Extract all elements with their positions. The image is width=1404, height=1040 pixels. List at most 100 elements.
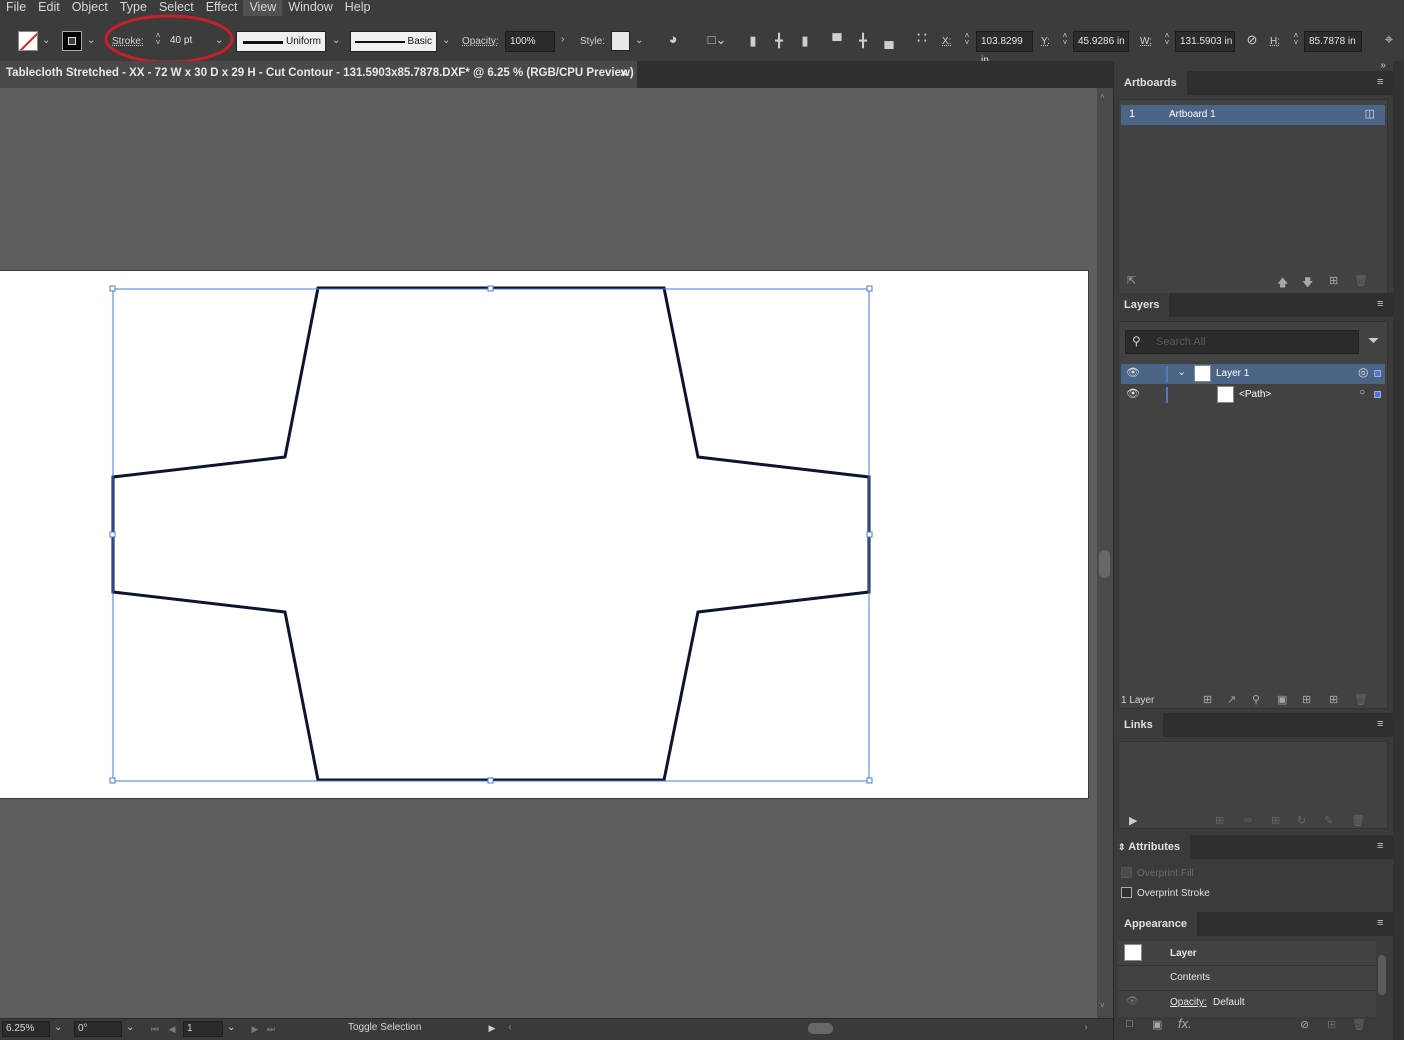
h-field[interactable]: 85.7878 in bbox=[1304, 31, 1362, 52]
move-down-icon[interactable]: 🡇 bbox=[1302, 274, 1313, 293]
fill-dropdown-icon[interactable]: ⌄ bbox=[42, 35, 50, 46]
graphic-style-swatch[interactable] bbox=[611, 31, 630, 51]
visibility-eye-icon[interactable]: 👁 bbox=[1126, 996, 1139, 1007]
appearance-contents-label[interactable]: Contents bbox=[1170, 972, 1210, 983]
attributes-menu-icon[interactable]: ≡ bbox=[1377, 841, 1388, 852]
artboard-dropdown-icon[interactable]: ⌄ bbox=[227, 1022, 235, 1033]
menu-file[interactable]: File bbox=[0, 0, 32, 16]
embed-icon[interactable]: ⊞ bbox=[1215, 814, 1224, 827]
appearance-scrollbar[interactable] bbox=[1376, 941, 1388, 1017]
menu-window[interactable]: Window bbox=[282, 0, 338, 16]
layers-tab[interactable]: Layers bbox=[1114, 293, 1170, 317]
export-icon[interactable]: ↗ bbox=[1227, 693, 1236, 706]
relink-icon[interactable]: ∞ bbox=[1244, 814, 1252, 826]
show-import-options-icon[interactable]: ▶ bbox=[1129, 814, 1137, 827]
new-artboard-icon[interactable]: ⊞ bbox=[1329, 274, 1338, 287]
opacity-field[interactable]: 100% bbox=[505, 31, 555, 52]
layers-menu-icon[interactable]: ≡ bbox=[1377, 299, 1388, 310]
links-menu-icon[interactable]: ≡ bbox=[1377, 719, 1388, 730]
menu-edit[interactable]: Edit bbox=[32, 0, 66, 16]
collect-export-icon[interactable]: ⊞ bbox=[1203, 693, 1212, 706]
update-link-icon[interactable]: ↻ bbox=[1297, 814, 1306, 827]
constrain-proportions-icon[interactable]: ⊘ bbox=[1243, 32, 1261, 48]
rearrange-artboards-icon[interactable]: ⇱ bbox=[1127, 274, 1136, 287]
x-stepper[interactable]: ˄ ˅ bbox=[962, 32, 972, 52]
delete-item-icon[interactable]: 🗑 bbox=[1352, 1018, 1366, 1031]
last-artboard-icon[interactable]: ⏭ bbox=[265, 1021, 277, 1037]
zoom-dropdown-icon[interactable]: ⌄ bbox=[54, 1022, 62, 1033]
scroll-up-icon[interactable]: ˄ bbox=[1100, 92, 1105, 101]
style-dropdown-icon[interactable]: ⌄ bbox=[635, 35, 643, 46]
artboard-row[interactable]: 1 Artboard 1 ◫ bbox=[1121, 105, 1385, 125]
h-stepper[interactable]: ˄ ˅ bbox=[1291, 32, 1301, 52]
attributes-tab[interactable]: ⇕ Attributes bbox=[1114, 835, 1191, 859]
delete-layer-icon[interactable]: 🗑 bbox=[1354, 693, 1368, 706]
rotation-field[interactable]: 0° bbox=[74, 1021, 122, 1037]
transform-panel-icon[interactable]: ⌖ bbox=[1380, 32, 1398, 48]
filter-icon[interactable]: ⏷ bbox=[1368, 332, 1379, 349]
hscroll-thumb[interactable] bbox=[808, 1023, 833, 1034]
brush-dropdown-icon[interactable]: ⌄ bbox=[442, 35, 450, 46]
cut-contour-path[interactable] bbox=[111, 286, 871, 782]
overprint-stroke-checkbox[interactable] bbox=[1121, 887, 1132, 898]
recolor-artwork-icon[interactable]: ◕ bbox=[664, 32, 682, 48]
zoom-field[interactable]: 6.25% bbox=[2, 1021, 50, 1037]
scroll-thumb[interactable] bbox=[1099, 550, 1110, 578]
hscroll-left-icon[interactable]: ‹ bbox=[505, 1020, 515, 1036]
variable-width-profile[interactable]: Uniform bbox=[236, 31, 326, 52]
overprint-fill-checkbox[interactable] bbox=[1121, 867, 1132, 878]
target-icon[interactable]: ○ bbox=[1359, 387, 1365, 398]
reference-point-icon[interactable]: ∷ bbox=[912, 31, 932, 47]
menu-help[interactable]: Help bbox=[339, 0, 377, 16]
close-tab-icon[interactable]: × bbox=[620, 61, 628, 85]
edit-original-icon[interactable]: ✎ bbox=[1324, 814, 1333, 827]
align-vcenter-icon[interactable]: ╋ bbox=[855, 33, 871, 49]
prev-artboard-icon[interactable]: ◀ bbox=[166, 1021, 178, 1037]
layers-search-field[interactable]: ⚲ Search All bbox=[1125, 330, 1359, 354]
y-field[interactable]: 45.9286 in bbox=[1073, 31, 1129, 52]
layer-row[interactable]: 👁 ⌄ Layer 1 ◎ bbox=[1121, 364, 1385, 384]
status-menu-icon[interactable]: ▶ bbox=[487, 1020, 497, 1036]
move-up-icon[interactable]: 🡅 bbox=[1277, 274, 1288, 293]
add-effect-fx-icon[interactable]: fx. bbox=[1178, 1016, 1192, 1031]
add-new-fill-icon[interactable]: ▣ bbox=[1152, 1018, 1162, 1031]
profile-dropdown-icon[interactable]: ⌄ bbox=[332, 35, 340, 46]
first-artboard-icon[interactable]: ⏮ bbox=[149, 1021, 161, 1037]
duplicate-item-icon[interactable]: ⊞ bbox=[1327, 1018, 1336, 1031]
locate-object-icon[interactable]: ⚲ bbox=[1252, 693, 1260, 706]
rotation-dropdown-icon[interactable]: ⌄ bbox=[126, 1022, 134, 1033]
new-layer-icon[interactable]: ⊞ bbox=[1329, 693, 1338, 706]
target-icon[interactable]: ◎ bbox=[1358, 365, 1368, 379]
opacity-arrow-icon[interactable]: › bbox=[561, 34, 564, 45]
transform-reference-icon[interactable]: □⌄ bbox=[705, 32, 729, 48]
y-stepper[interactable]: ˄ ˅ bbox=[1060, 32, 1070, 52]
visibility-eye-icon[interactable]: 👁 bbox=[1126, 387, 1140, 400]
w-stepper[interactable]: ˄ ˅ bbox=[1162, 32, 1172, 52]
clipping-mask-icon[interactable]: ▣ bbox=[1277, 693, 1287, 706]
menu-view[interactable]: View bbox=[243, 0, 283, 16]
scroll-down-icon[interactable]: ˅ bbox=[1100, 1001, 1105, 1010]
clear-appearance-icon[interactable]: ⊘ bbox=[1300, 1018, 1309, 1031]
align-top-icon[interactable]: ▀ bbox=[829, 33, 845, 49]
goto-link-icon[interactable]: ⊞ bbox=[1271, 814, 1280, 827]
delete-artboard-icon[interactable]: 🗑 bbox=[1354, 274, 1368, 287]
stroke-swatch[interactable] bbox=[62, 31, 82, 51]
new-sublayer-icon[interactable]: ⊞ bbox=[1302, 693, 1311, 706]
document-tab[interactable]: Tablecloth Stretched - XX - 72 W x 30 D … bbox=[0, 61, 637, 88]
w-field[interactable]: 131.5903 in bbox=[1175, 31, 1235, 52]
links-tab[interactable]: Links bbox=[1114, 713, 1163, 737]
collapse-arrow-icon[interactable]: ⇕ bbox=[1118, 842, 1126, 852]
appearance-opacity-label[interactable]: Opacity: bbox=[1170, 997, 1207, 1008]
brush-definition[interactable]: Basic bbox=[350, 31, 437, 52]
align-right-icon[interactable]: ▮ bbox=[797, 33, 813, 49]
vertical-scrollbar[interactable]: ˄ ˅ bbox=[1097, 88, 1113, 1018]
align-left-icon[interactable]: ▮ bbox=[745, 33, 761, 49]
stroke-dropdown-icon[interactable]: ⌄ bbox=[87, 35, 95, 46]
artboard[interactable] bbox=[0, 270, 1089, 799]
delete-link-icon[interactable]: 🗑 bbox=[1351, 814, 1365, 827]
visibility-eye-icon[interactable]: 👁 bbox=[1126, 366, 1140, 379]
x-field[interactable]: 103.8299 in bbox=[976, 31, 1033, 66]
appearance-menu-icon[interactable]: ≡ bbox=[1377, 918, 1388, 929]
artboards-tab[interactable]: Artboards bbox=[1114, 71, 1187, 95]
path-row[interactable]: 👁 <Path> ○ bbox=[1121, 385, 1385, 405]
